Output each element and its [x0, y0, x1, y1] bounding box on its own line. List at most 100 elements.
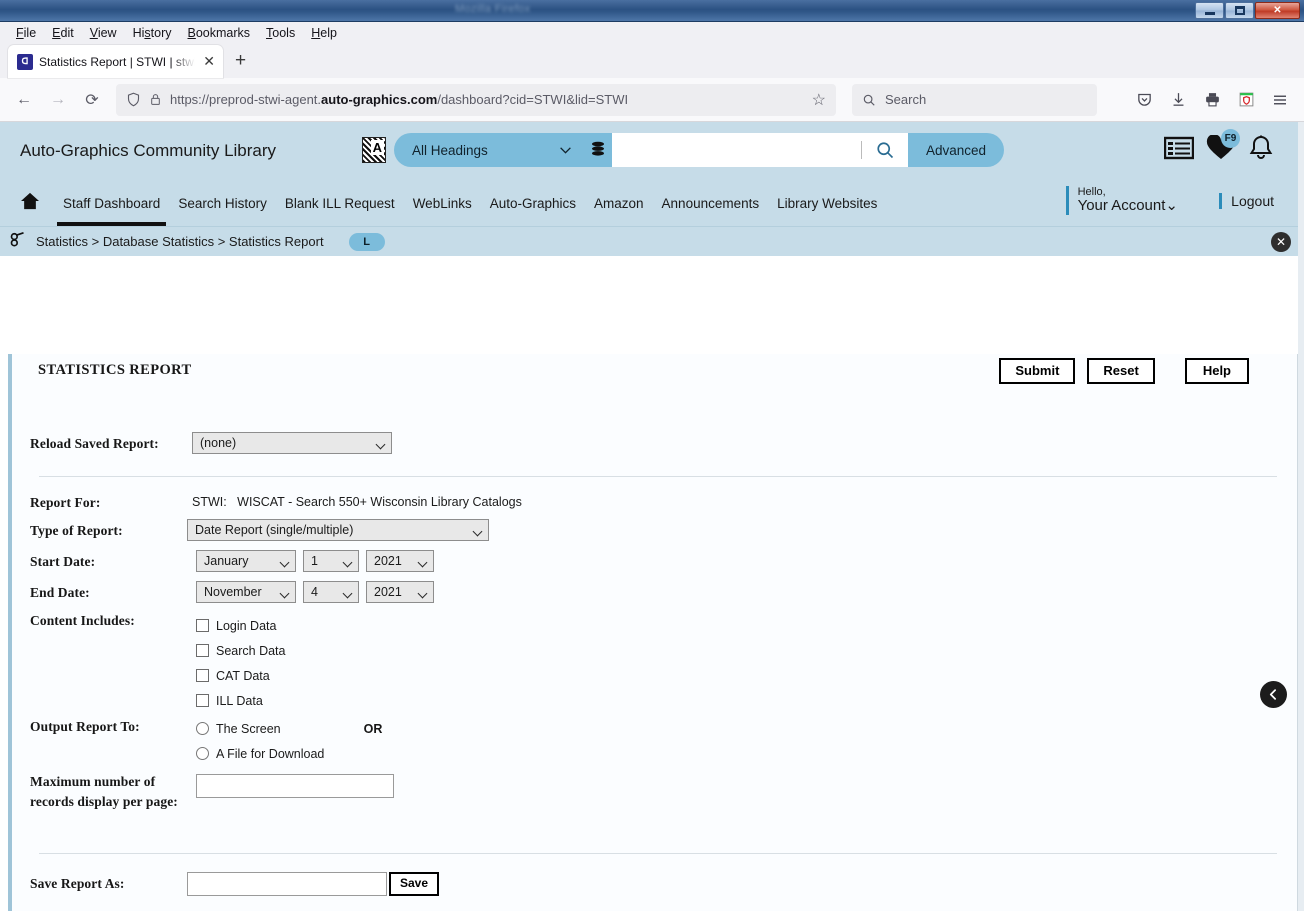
- nav-item-library-websites[interactable]: Library Websites: [768, 180, 886, 226]
- tab-favicon-icon: ᗡ: [17, 53, 33, 70]
- end-date-month-select[interactable]: November: [196, 581, 296, 603]
- search-submit-button[interactable]: [862, 133, 908, 167]
- browser-navbar: ← → ⟳ https://preprod-stwi-agent.auto-gr…: [0, 78, 1304, 122]
- type-of-report-row: Type of Report: Date Report (single/mult…: [30, 519, 1279, 541]
- end-date-year-select[interactable]: 2021: [366, 581, 434, 603]
- back-button[interactable]: ←: [8, 84, 40, 116]
- checkbox-cat-data[interactable]: CAT Data: [196, 663, 285, 688]
- list-icon[interactable]: [1163, 136, 1195, 165]
- breadcrumb-bar: Statistics > Database Statistics > Stati…: [0, 226, 1304, 256]
- radio-the-screen[interactable]: The Screen: [196, 716, 281, 741]
- address-bar[interactable]: https://preprod-stwi-agent.auto-graphics…: [116, 83, 836, 116]
- menu-file[interactable]: FFileile: [8, 26, 44, 40]
- nav-item-weblinks[interactable]: WebLinks: [404, 180, 481, 226]
- browser-search-bar[interactable]: Search: [852, 83, 1097, 116]
- end-date-day-select[interactable]: 4: [303, 581, 359, 603]
- close-icon[interactable]: ✕: [1271, 232, 1291, 252]
- forward-button[interactable]: →: [42, 84, 74, 116]
- report-for-code: STWI:: [192, 495, 227, 509]
- page-action-buttons: Submit Reset Help: [999, 358, 1249, 385]
- new-tab-button[interactable]: +: [235, 50, 246, 78]
- save-report-as-row: Save Report As: Save: [30, 872, 1279, 897]
- start-date-row: Start Date: January 1 2021: [30, 550, 1279, 572]
- extension-icon[interactable]: [1230, 84, 1262, 116]
- nav-item-search-history[interactable]: Search History: [169, 180, 276, 226]
- close-tab-icon[interactable]: ✕: [201, 53, 217, 70]
- type-of-report-select[interactable]: Date Report (single/multiple): [187, 519, 489, 541]
- checkbox-label: CAT Data: [216, 668, 270, 683]
- chevron-left-icon: [1269, 689, 1276, 700]
- menu-help[interactable]: Help: [303, 26, 345, 40]
- downloads-icon[interactable]: [1162, 84, 1194, 116]
- nav-item-auto-graphics[interactable]: Auto-Graphics: [481, 180, 585, 226]
- reload-saved-report-row: Reload Saved Report: (none): [30, 432, 1279, 454]
- start-date-day-select[interactable]: 1: [303, 550, 359, 572]
- logout-link[interactable]: Logout: [1219, 193, 1274, 209]
- pocket-icon[interactable]: [1128, 84, 1160, 116]
- search-icon: [863, 94, 875, 106]
- save-report-as-button[interactable]: Save: [389, 872, 440, 896]
- menu-edit[interactable]: Edit: [44, 26, 82, 40]
- brand-title: Auto-Graphics Community Library: [20, 141, 277, 160]
- back-navigation-button[interactable]: [1260, 681, 1287, 708]
- checkbox-box: [196, 644, 209, 657]
- favorites-icon[interactable]: F9: [1206, 129, 1240, 166]
- account-name: Your Account⌄: [1077, 197, 1178, 215]
- max-records-row: Maximum number of records display per pa…: [30, 772, 1279, 811]
- tab-title: Statistics Report | STWI | stwi | A: [39, 54, 196, 69]
- radio-label: A File for Download: [216, 746, 325, 761]
- checkbox-box: [196, 694, 209, 707]
- checkbox-login-data[interactable]: Login Data: [196, 613, 285, 638]
- browser-toolbar-right: [1128, 84, 1296, 116]
- checkbox-search-data[interactable]: Search Data: [196, 638, 285, 663]
- breadcrumb[interactable]: Statistics > Database Statistics > Stati…: [36, 234, 324, 249]
- maximize-button[interactable]: [1225, 2, 1254, 19]
- nav-item-amazon[interactable]: Amazon: [585, 180, 653, 226]
- breadcrumb-badge[interactable]: L: [348, 232, 385, 251]
- nav-item-announcements[interactable]: Announcements: [653, 180, 769, 226]
- start-date-month-select[interactable]: January: [196, 550, 296, 572]
- notifications-bell-icon[interactable]: [1248, 134, 1274, 167]
- reset-button[interactable]: Reset: [1087, 358, 1155, 385]
- max-records-input[interactable]: [196, 774, 394, 798]
- browser-tab[interactable]: ᗡ Statistics Report | STWI | stwi | A ✕: [8, 45, 223, 78]
- browser-chrome: FFileile Edit View History Bookmarks Too…: [0, 22, 1304, 122]
- save-report-as-label: Save Report As:: [30, 876, 125, 892]
- url-suffix: /dashboard?cid=STWI&lid=STWI: [437, 92, 629, 107]
- link-icon: [10, 231, 27, 252]
- checkbox-ill-data[interactable]: ILL Data: [196, 688, 285, 713]
- reload-saved-report-selectwrap: (none): [192, 432, 392, 454]
- menu-history[interactable]: History: [125, 26, 180, 40]
- output-report-to-options: The Screen OR A File for Download: [196, 716, 382, 766]
- nav-item-blank-ill-request[interactable]: Blank ILL Request: [276, 180, 404, 226]
- translate-icon[interactable]: [362, 137, 386, 163]
- account-menu[interactable]: Hello, Your Account⌄: [1065, 186, 1178, 215]
- close-window-button[interactable]: ✕: [1255, 2, 1300, 19]
- advanced-search-button[interactable]: Advanced: [908, 133, 1005, 167]
- help-button[interactable]: Help: [1184, 358, 1249, 385]
- print-icon[interactable]: [1196, 84, 1228, 116]
- search-scope-select[interactable]: All Headings: [394, 133, 584, 167]
- menu-tools[interactable]: Tools: [258, 26, 303, 40]
- menu-bookmarks[interactable]: Bookmarks: [180, 26, 259, 40]
- lock-icon: [151, 94, 160, 105]
- start-date-year-select[interactable]: 2021: [366, 550, 434, 572]
- window-titlebar: Mozilla Firefox ✕: [0, 0, 1304, 22]
- statistics-report-panel: STATISTICS REPORT Submit Reset Help Relo…: [8, 354, 1298, 911]
- radio-a-file-for-download[interactable]: A File for Download: [196, 741, 382, 766]
- nav-item-staff-dashboard[interactable]: Staff Dashboard: [54, 180, 169, 226]
- end-date-row: End Date: November 4 2021: [30, 581, 1279, 603]
- menu-icon[interactable]: [1264, 84, 1296, 116]
- search-input[interactable]: [612, 135, 861, 165]
- minimize-button[interactable]: [1195, 2, 1224, 19]
- menu-view[interactable]: View: [82, 26, 125, 40]
- reload-saved-report-select[interactable]: (none): [192, 432, 392, 454]
- submit-button[interactable]: Submit: [999, 358, 1076, 385]
- browser-menubar: FFileile Edit View History Bookmarks Too…: [0, 22, 1304, 43]
- save-report-as-input[interactable]: [187, 872, 387, 897]
- reload-button[interactable]: ⟳: [76, 84, 108, 116]
- home-icon[interactable]: [20, 192, 40, 215]
- bookmark-star-icon[interactable]: ☆: [812, 90, 826, 110]
- or-separator: OR: [363, 721, 383, 736]
- database-icon[interactable]: [584, 133, 612, 167]
